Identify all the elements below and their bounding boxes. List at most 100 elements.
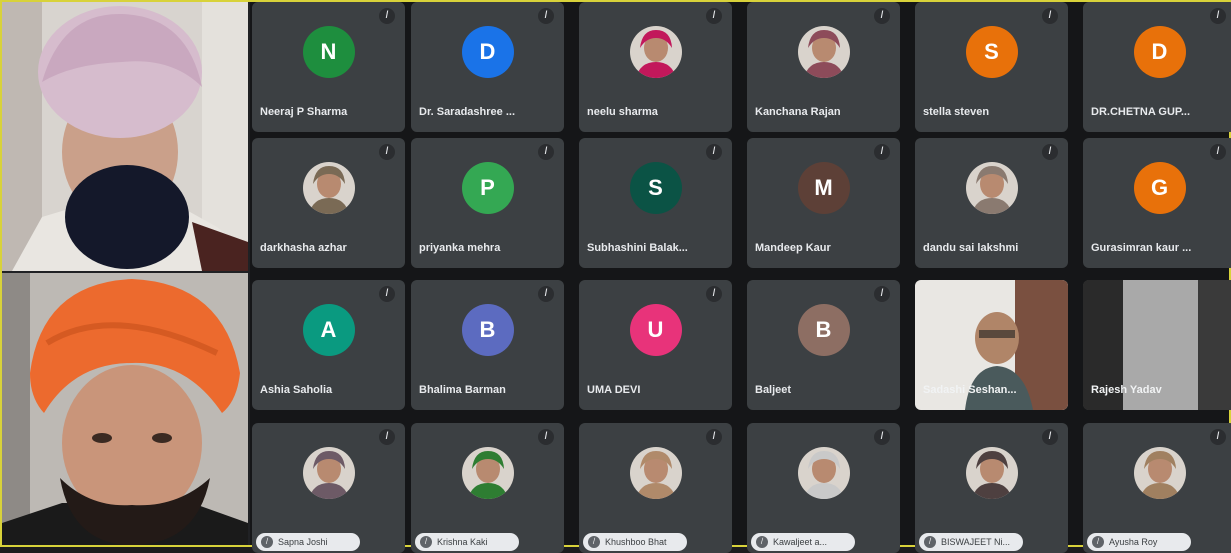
participant-name: UMA DEVI [587, 384, 641, 396]
participant-tile[interactable]: ̸ S Subhashini Balak... [579, 138, 732, 268]
participant-tile[interactable]: ̸̸ Khushboo Bhat [579, 423, 732, 553]
participant-photo-avatar [461, 447, 514, 499]
participants-grid: ̸ N Neeraj P Sharma̸ D Dr. Saradashree ...̸ n… [250, 2, 1231, 553]
mic-muted-icon: ̸ [706, 286, 722, 302]
participant-name: Subhashini Balak... [587, 242, 688, 254]
mic-muted-icon: ̸ [1210, 8, 1226, 24]
mic-muted-icon: ̸ [874, 286, 890, 302]
mic-muted-icon: ̸ [538, 286, 554, 302]
participant-tile[interactable]: ̸̸ Kawaljeet a... [747, 423, 900, 553]
participant-name: Neeraj P Sharma [260, 106, 348, 118]
participant-photo-avatar [797, 26, 850, 78]
speaker-2-video-frame [2, 273, 248, 545]
participant-tile[interactable]: ̸ D DR.CHETNA GUP... [1083, 2, 1231, 132]
participant-name-pill: ̸ BISWAJEET Ni... [919, 533, 1023, 551]
participant-tile[interactable]: ̸ Ppriyanka mehra [411, 138, 564, 268]
participant-photo-avatar [629, 447, 682, 499]
participant-avatar: B [797, 304, 850, 356]
participant-name: Rajesh Yadav [1091, 384, 1162, 396]
participant-photo-avatar [965, 162, 1018, 214]
participant-name: Krishna Kaki [437, 537, 488, 547]
participant-tile[interactable]: ̸ U UMA DEVI [579, 280, 732, 410]
mic-muted-icon: ̸ [538, 8, 554, 24]
participant-name-pill: ̸ Khushboo Bhat [583, 533, 687, 551]
speaker-video-1[interactable] [2, 2, 248, 271]
mic-muted-icon: ̸ [706, 8, 722, 24]
participant-tile[interactable]: ̸Rajesh Yadav [1083, 280, 1231, 410]
participant-name: priyanka mehra [419, 242, 501, 254]
participant-tile[interactable]: ̸ Kanchana Rajan [747, 2, 900, 132]
speaker-1-video-frame [2, 2, 248, 271]
mic-muted-icon: ̸ [379, 429, 395, 445]
participant-name: Bhalima Barman [419, 384, 506, 396]
mic-muted-icon: ̸ [538, 144, 554, 160]
participant-name: darkhasha azhar [260, 242, 347, 254]
speaker-video-2[interactable] [2, 273, 248, 545]
participant-name: Gurasimran kaur ... [1091, 242, 1192, 254]
participant-tile[interactable]: ̸̸ Sapna Joshi [252, 423, 405, 553]
participant-avatar: S [965, 26, 1018, 78]
participant-avatar: S [629, 162, 682, 214]
participant-photo-avatar [965, 447, 1018, 499]
participant-tile[interactable]: ̸ D Dr. Saradashree ... [411, 2, 564, 132]
participant-name: dandu sai lakshmi [923, 242, 1019, 254]
participant-avatar: D [461, 26, 514, 78]
participant-name: Khushboo Bhat [605, 537, 667, 547]
mic-muted-icon: ̸ [1042, 8, 1058, 24]
mic-muted-icon: ̸ [588, 536, 600, 548]
participant-name-pill: ̸ Ayusha Roy [1087, 533, 1191, 551]
mic-muted-icon: ̸ [379, 144, 395, 160]
participant-photo-avatar [797, 447, 850, 499]
mic-muted-icon: ̸ [1042, 429, 1058, 445]
participant-name: Ashia Saholia [260, 384, 333, 396]
mic-muted-icon: ̸ [261, 536, 273, 548]
mic-muted-icon: ̸ [1042, 144, 1058, 160]
participant-name: Dr. Saradashree ... [419, 106, 515, 118]
participant-photo-avatar [302, 162, 355, 214]
mic-muted-icon: ̸ [756, 536, 768, 548]
participant-tile[interactable]: ̸ G Gurasimran kaur ... [1083, 138, 1231, 268]
active-speakers-column [2, 2, 248, 545]
mic-muted-icon: ̸ [706, 429, 722, 445]
participant-name: neelu sharma [587, 106, 658, 118]
participant-name: Mandeep Kaur [755, 242, 831, 254]
participant-name-pill: ̸ Sapna Joshi [256, 533, 360, 551]
participant-tile[interactable]: ̸ A Ashia Saholia [252, 280, 405, 410]
mic-muted-icon: ̸ [379, 8, 395, 24]
participant-name: Sapna Joshi [278, 537, 328, 547]
mic-muted-icon: ̸ [706, 144, 722, 160]
participant-tile[interactable]: ̸ B Baljeet [747, 280, 900, 410]
participant-name: stella steven [923, 106, 990, 118]
participant-tile[interactable]: ̸̸ BISWAJEET Ni... [915, 423, 1068, 553]
participant-tile[interactable]: ̸ M Mandeep Kaur [747, 138, 900, 268]
participant-name: DR.CHETNA GUP... [1091, 106, 1191, 118]
participant-photo-avatar [629, 26, 682, 78]
mic-muted-icon: ̸ [924, 536, 936, 548]
participant-name: Ayusha Roy [1109, 537, 1158, 547]
participant-name: BISWAJEET Ni... [941, 537, 1011, 547]
participant-avatar: P [461, 162, 514, 214]
participant-tile[interactable]: ̸Sadashi Seshan... [915, 280, 1068, 410]
participant-avatar: A [302, 304, 355, 356]
mic-muted-icon: ̸ [379, 286, 395, 302]
participant-tile[interactable]: ̸ N Neeraj P Sharma [252, 2, 405, 132]
participant-tile[interactable]: ̸ neelu sharma [579, 2, 732, 132]
participant-tile[interactable]: ̸ B Bhalima Barman [411, 280, 564, 410]
participant-name: Sadashi Seshan... [923, 384, 1017, 396]
participant-tile[interactable]: ̸ darkhasha azhar [252, 138, 405, 268]
participant-photo-avatar [1133, 447, 1186, 499]
mic-muted-icon: ̸ [1210, 144, 1226, 160]
mic-muted-icon: ̸ [874, 144, 890, 160]
mic-muted-icon: ̸ [420, 536, 432, 548]
participant-tile[interactable]: ̸ dandu sai lakshmi [915, 138, 1068, 268]
participant-name: Kawaljeet a... [773, 537, 828, 547]
participant-tile[interactable]: ̸̸ Ayusha Roy [1083, 423, 1231, 553]
participant-avatar: G [1133, 162, 1186, 214]
participant-avatar: B [461, 304, 514, 356]
meeting-window: ̸ N Neeraj P Sharma̸ D Dr. Saradashree ...̸ n… [0, 0, 1231, 553]
participant-avatar: D [1133, 26, 1186, 78]
participant-tile[interactable]: ̸̸ Krishna Kaki [411, 423, 564, 553]
mic-muted-icon: ̸ [874, 8, 890, 24]
participant-tile[interactable]: ̸ Sstella steven [915, 2, 1068, 132]
mic-muted-icon: ̸ [1210, 429, 1226, 445]
